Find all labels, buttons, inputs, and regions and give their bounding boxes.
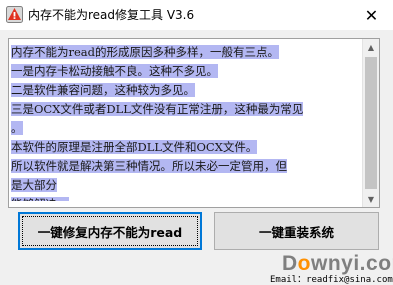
fix-memory-button-label: 一键修复内存不能为read (37, 224, 183, 240)
scroll-up-icon[interactable]: ▲ (363, 39, 379, 55)
title-bar[interactable]: 内存不能为read修复工具 V3.6 ✕ (0, 0, 393, 30)
info-text-line: 本软件的原理是注册全部DLL文件和OCX文件。 (11, 140, 258, 154)
vertical-scrollbar[interactable]: ▲ ▼ (362, 39, 379, 207)
info-text-line: 内存不能为read的形成原因多种多样，一般有三点。 (11, 45, 280, 59)
info-text-area[interactable]: 内存不能为read的形成原因多种多样，一般有三点。 一是内存卡松动接触不良。这种不… (8, 38, 380, 208)
fix-memory-button[interactable]: 一键修复内存不能为read (18, 212, 202, 250)
reinstall-system-button-label: 一键重装系统 (258, 224, 334, 240)
app-icon (6, 6, 23, 23)
scroll-down-icon[interactable]: ▼ (363, 191, 379, 207)
info-text-line: 所以软件就是解决第三种情况。所以未必一定管用，但 (11, 159, 287, 173)
app-window: 内存不能为read修复工具 V3.6 ✕ 内存不能为read的形成原因多种多样，… (0, 0, 393, 285)
close-button[interactable]: ✕ (350, 0, 393, 30)
info-text-line: 三是OCX文件或者DLL文件没有正常注册，这种最为常见 (11, 102, 304, 116)
info-text-line: 。 (11, 121, 23, 135)
info-text-line: 二是软件兼容问题，这种较为多见。 (11, 83, 195, 97)
window-title: 内存不能为read修复工具 V3.6 (28, 8, 195, 22)
info-text-line: 一是内存卡松动接触不良。这种不多见。 (11, 64, 218, 78)
info-text: 内存不能为read的形成原因多种多样，一般有三点。 一是内存卡松动接触不良。这种不… (11, 41, 363, 201)
contact-email: Email：readfix@sina.com (270, 275, 393, 285)
close-icon: ✕ (364, 5, 379, 25)
info-text-line: 能够解决。 (11, 197, 69, 201)
scroll-thumb[interactable] (365, 57, 377, 189)
reinstall-system-button[interactable]: 一键重装系统 (214, 212, 379, 250)
info-text-line: 是大部分 (11, 178, 57, 192)
